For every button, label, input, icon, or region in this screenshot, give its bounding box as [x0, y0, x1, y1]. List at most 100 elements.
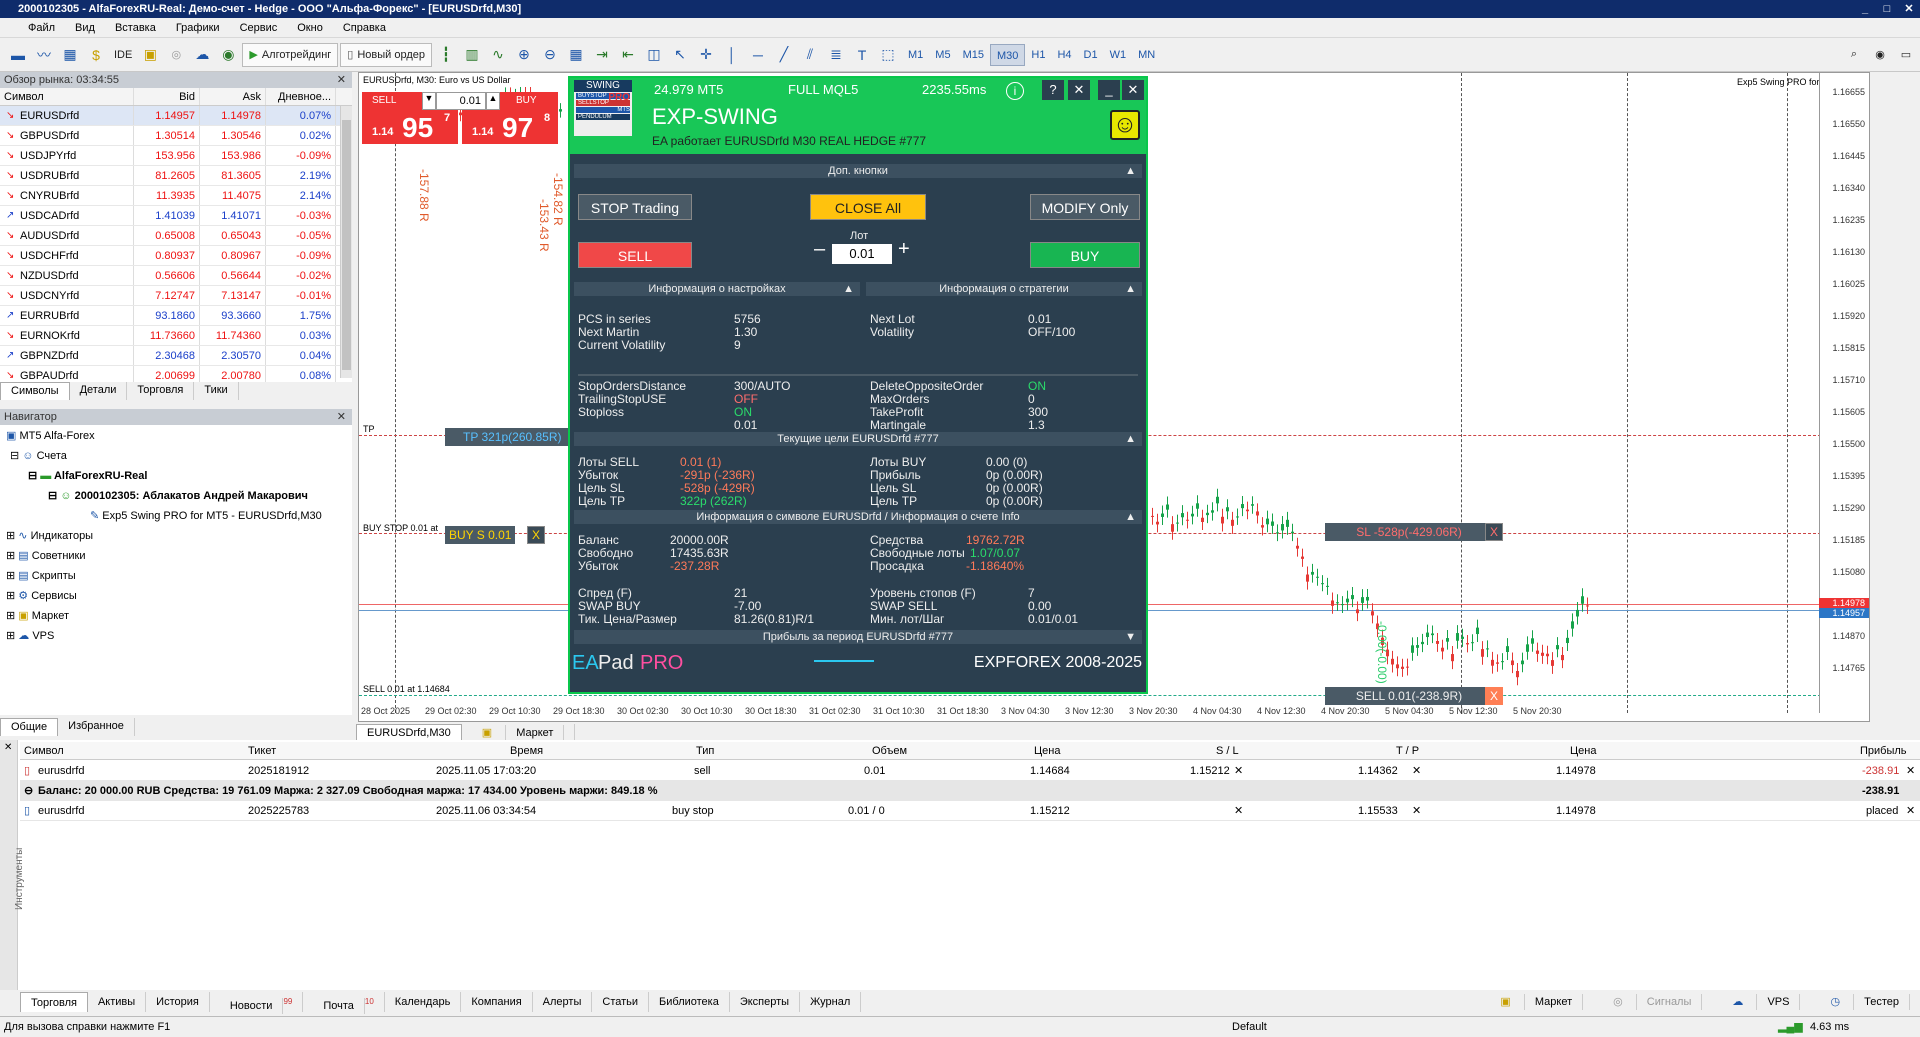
auto-scroll-icon[interactable]: ⇥ — [590, 43, 614, 67]
help-icon[interactable]: ? — [1042, 80, 1064, 100]
lot-down-icon[interactable]: ▼ — [422, 92, 436, 110]
screenshot-icon[interactable]: ◫ — [642, 43, 666, 67]
nav-scripts[interactable]: ⊞ ▤ Скрипты — [6, 567, 76, 585]
ea-buy-button[interactable]: BUY — [1030, 242, 1140, 268]
th-volume[interactable]: Объем — [872, 742, 907, 760]
nav-server[interactable]: ⊟ ▬ AlfaForexRU-Real — [28, 467, 147, 485]
market-watch-row[interactable]: ↘ USDCNYrfd 7.12747 7.13147 -0.01% — [0, 286, 352, 306]
remove-sl-icon[interactable]: ✕ — [1234, 761, 1243, 781]
tp-box[interactable]: TP 321p(260.85R) — [445, 428, 580, 446]
tab-articles[interactable]: Статьи — [592, 992, 650, 1012]
tf-h1[interactable]: H1 — [1025, 44, 1051, 66]
lot-minus-button[interactable]: – — [814, 238, 825, 261]
tab-mail[interactable]: Почта 10 — [303, 992, 385, 1014]
ea-sell-button[interactable]: SELL — [578, 242, 692, 268]
sl-close-icon[interactable]: X — [1485, 523, 1503, 541]
market-watch-row[interactable]: ↘ USDCHFrfd 0.80937 0.80967 -0.09% — [0, 246, 352, 266]
close-position-icon[interactable]: ✕ — [1906, 761, 1915, 781]
tab-details[interactable]: Детали — [70, 382, 128, 400]
candles-chart-icon[interactable]: ▥ — [460, 43, 484, 67]
th-current-price[interactable]: Цена — [1570, 742, 1596, 760]
line-chart-icon[interactable]: 〰 — [32, 43, 56, 67]
dollar-icon[interactable]: $ — [84, 43, 108, 67]
search-icon[interactable]: ⌕ — [1842, 43, 1866, 67]
tf-m15[interactable]: M15 — [957, 44, 990, 66]
market-watch-row[interactable]: ↘ EURUSDrfd 1.14957 1.14978 0.07% — [0, 106, 352, 126]
menu-insert[interactable]: Вставка — [105, 22, 166, 34]
delete-order-icon[interactable]: ✕ — [1906, 801, 1915, 821]
tab-company[interactable]: Компания — [461, 992, 533, 1012]
market-watch-row[interactable]: ↘ GBPUSDrfd 1.30514 1.30546 0.02% — [0, 126, 352, 146]
horizontal-line-icon[interactable]: ─ — [746, 43, 770, 67]
th-tp[interactable]: T / P — [1396, 742, 1419, 760]
tab-ticks[interactable]: Тики — [194, 382, 239, 400]
th-symbol[interactable]: Символ — [24, 742, 64, 760]
market-watch-scrollbar[interactable] — [340, 106, 352, 378]
col-ask[interactable]: Ask — [200, 88, 266, 105]
close-window-button[interactable]: ✕ — [1898, 0, 1920, 18]
one-click-buy-price[interactable]: 1.14 97 8 — [462, 110, 558, 144]
vps-button[interactable]: ☁ VPS — [1712, 992, 1810, 1012]
market-watch-row[interactable]: ↘ NZDUSDrfd 0.56606 0.56644 -0.02% — [0, 266, 352, 286]
signals-button[interactable]: ◎ Сигналы — [1593, 992, 1712, 1012]
th-ticket[interactable]: Тикет — [248, 742, 276, 760]
market-watch-row[interactable]: ↘ CNYRUBrfd 11.3935 11.4075 2.14% — [0, 186, 352, 206]
crosshair-icon[interactable]: ✛ — [694, 43, 718, 67]
ide-button[interactable]: IDE — [110, 43, 136, 67]
new-chart-icon[interactable]: ▬ — [6, 43, 30, 67]
market-watch-row[interactable]: ↗ GBPNZDrfd 2.30468 2.30570 0.04% — [0, 346, 352, 366]
market-watch-row[interactable]: ↗ EURRUBrfd 93.1860 93.3660 1.75% — [0, 306, 352, 326]
table-row[interactable]: ▯ eurusdrfd 2025225783 2025.11.06 03:34:… — [20, 801, 1920, 821]
shapes-icon[interactable]: ⬚ — [876, 43, 900, 67]
one-click-lot-input[interactable]: 0.01 — [436, 92, 486, 110]
globe-icon[interactable]: ◉ — [216, 43, 240, 67]
signal-icon[interactable]: ◎ — [164, 43, 188, 67]
sec-settings-info[interactable]: Информация о настройках ▲ — [574, 282, 860, 296]
info-icon[interactable]: i — [1006, 82, 1024, 100]
remove-tp-icon[interactable]: ✕ — [1412, 761, 1421, 781]
nav-root[interactable]: ▣ MT5 Alfa-Forex — [6, 427, 95, 445]
one-click-sell-button[interactable]: SELL — [362, 92, 422, 110]
tab-general[interactable]: Общие — [0, 718, 59, 736]
nav-account[interactable]: ⊟ ☺ 2000102305: Аблакатов Андрей Макаров… — [48, 487, 308, 505]
sec-strategy-info[interactable]: Информация о стратегии ▲ — [866, 282, 1142, 296]
chart-shift-icon[interactable]: ⇤ — [616, 43, 640, 67]
status-profile[interactable]: Default — [1232, 1017, 1267, 1037]
modify-only-button[interactable]: MODIFY Only — [1030, 194, 1140, 220]
zoom-out-icon[interactable]: ⊖ — [538, 43, 562, 67]
close-icon[interactable]: ✕ — [337, 72, 346, 88]
col-daily-change[interactable]: Дневное... — [266, 88, 336, 105]
market-watch-row[interactable]: ↘ USDJPYrfd 153.956 153.986 -0.09% — [0, 146, 352, 166]
minimize-button[interactable]: _ — [1854, 0, 1876, 18]
tab-journal[interactable]: Журнал — [800, 992, 862, 1012]
remove-sl-icon[interactable]: ✕ — [1234, 801, 1243, 821]
tf-mn[interactable]: MN — [1132, 44, 1161, 66]
sell-close-icon[interactable]: X — [1485, 687, 1503, 705]
nav-vps[interactable]: ⊞ ☁ VPS — [6, 627, 54, 645]
nav-accounts[interactable]: ⊟ ☺ Счета — [10, 447, 67, 465]
bars-chart-icon[interactable]: ┇ — [434, 43, 458, 67]
minimize-ea-icon[interactable]: _ — [1098, 80, 1120, 100]
scrollbar-thumb[interactable] — [342, 120, 351, 370]
sec-symbol-info[interactable]: Информация о символе EURUSDrfd / Информа… — [574, 510, 1142, 524]
lot-plus-button[interactable]: + — [898, 238, 910, 261]
cursor-icon[interactable]: ↖ — [668, 43, 692, 67]
menu-help[interactable]: Справка — [333, 22, 396, 34]
close-all-button[interactable]: CLOSE All — [810, 194, 926, 220]
market-watch-row[interactable]: ↘ AUDUSDrfd 0.65008 0.65043 -0.05% — [0, 226, 352, 246]
status-ping[interactable]: 4.63 ms — [1810, 1017, 1849, 1037]
new-order-button[interactable]: ▯ Новый ордер — [340, 42, 433, 67]
tf-m30[interactable]: M30 — [989, 43, 1026, 66]
profiles-icon[interactable]: ▦ — [58, 43, 82, 67]
th-time[interactable]: Время — [510, 742, 543, 760]
close-ea-icon[interactable]: ✕ — [1122, 80, 1144, 100]
channel-icon[interactable]: ⫽ — [798, 43, 822, 67]
tab-alerts[interactable]: Алерты — [533, 992, 593, 1012]
market-watch-row[interactable]: ↘ EURNOKrfd 11.73660 11.74360 0.03% — [0, 326, 352, 346]
fibonacci-icon[interactable]: ≣ — [824, 43, 848, 67]
tab-market[interactable]: ▣ Маркет — [462, 724, 576, 741]
tester-button[interactable]: ◷ Тестер — [1810, 992, 1920, 1012]
close-icon[interactable]: ✕ — [4, 742, 12, 753]
th-price[interactable]: Цена — [1034, 742, 1060, 760]
chat-icon[interactable]: ▭ — [1894, 43, 1918, 67]
